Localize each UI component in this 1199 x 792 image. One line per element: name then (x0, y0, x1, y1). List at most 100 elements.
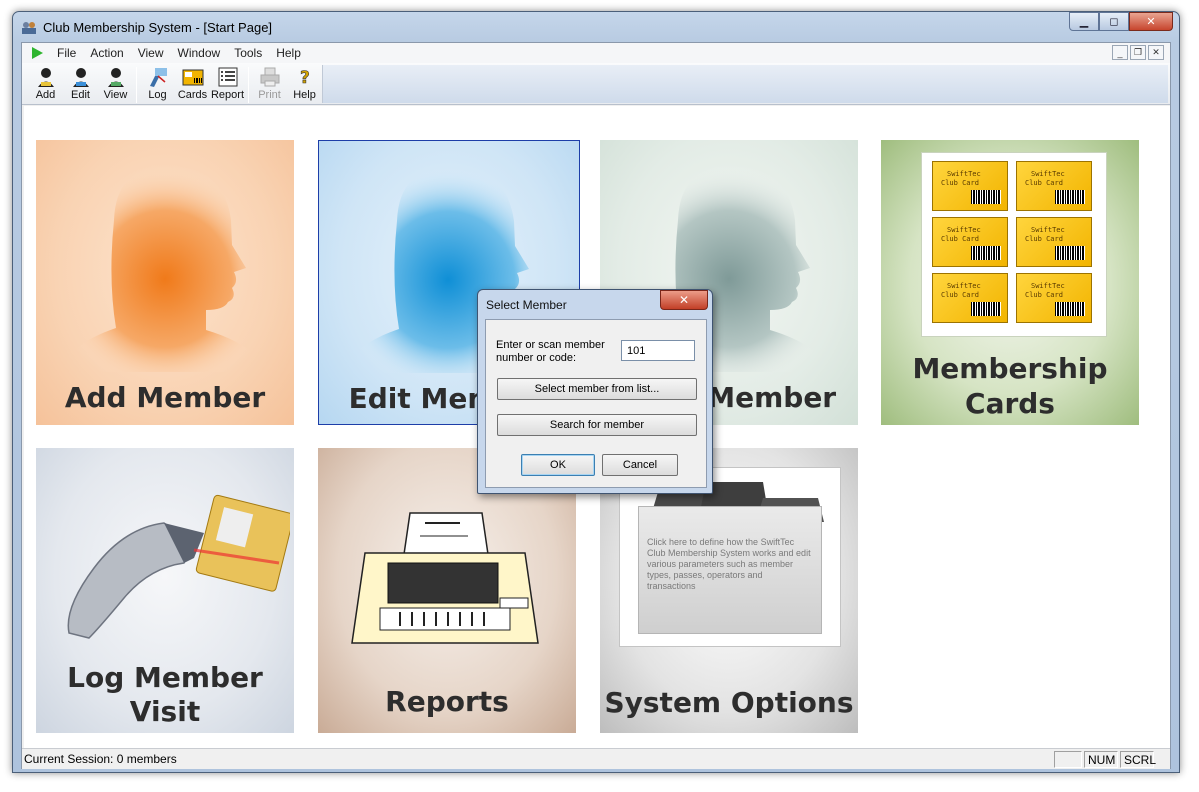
add-member-tile[interactable]: Add Member (36, 140, 294, 425)
add-button-label: Add (35, 89, 56, 101)
club-card: SwiftTec Club Card (1016, 273, 1092, 323)
barcode-icon (971, 246, 1001, 260)
options-description: Click here to define how the SwiftTec Cl… (647, 537, 811, 591)
printer-icon (351, 512, 539, 644)
system-options-label: System Options (604, 686, 854, 719)
barcode-icon (971, 302, 1001, 316)
log-member-visit-label-line2: Visit (129, 695, 201, 728)
search-member-button[interactable]: Search for member (497, 414, 697, 436)
log-button[interactable]: Log (140, 66, 175, 104)
help-button[interactable]: ? Help (287, 66, 322, 104)
status-session: Current Session: 0 members (24, 752, 177, 766)
barcode-icon (971, 190, 1001, 204)
toolbar: Add Edit View Log Cards Report Print ? H… (22, 63, 1170, 105)
window-title: Club Membership System - [Start Page] (43, 20, 273, 35)
status-num: NUM (1084, 751, 1118, 768)
window-close-button[interactable]: ✕ (1129, 12, 1173, 31)
menu-view[interactable]: View (131, 46, 171, 60)
toolbar-separator (248, 67, 249, 103)
club-card-brand: SwiftTec (1031, 170, 1065, 178)
window-maximize-button[interactable]: ◻ (1099, 12, 1129, 31)
membership-cards-label-line1: Membership (912, 352, 1108, 385)
mdi-minimize-button[interactable]: _ (1112, 45, 1128, 60)
report-icon (218, 67, 237, 87)
cards-icon (182, 69, 203, 86)
member-number-prompt: Enter or scan member number or code: (496, 339, 605, 364)
report-button[interactable]: Report (210, 66, 245, 104)
club-card-brand: SwiftTec (947, 282, 981, 290)
dialog-close-button[interactable]: ✕ (660, 290, 708, 310)
title-bar[interactable]: Club Membership System - [Start Page] ▁ … (13, 12, 1179, 42)
log-member-visit-tile[interactable]: Log Member Visit (36, 448, 294, 733)
toolbar-separator (136, 67, 137, 103)
select-member-dialog: Select Member ✕ Enter or scan member num… (477, 289, 713, 494)
help-button-label: Help (293, 89, 316, 101)
print-button[interactable]: Print (252, 66, 287, 104)
menu-file[interactable]: File (50, 46, 83, 60)
options-panel: Click here to define how the SwiftTec Cl… (619, 467, 841, 647)
barcode-scanner-icon (67, 494, 290, 639)
club-card-title: Club Card (1025, 179, 1063, 187)
reports-label: Reports (385, 685, 509, 718)
add-member-icon (37, 68, 54, 87)
club-card: SwiftTec Club Card (932, 161, 1008, 211)
cancel-button[interactable]: Cancel (602, 454, 678, 476)
club-card-title: Club Card (1025, 235, 1063, 243)
club-card: SwiftTec Club Card (932, 273, 1008, 323)
club-card: SwiftTec Club Card (1016, 217, 1092, 267)
club-card-brand: SwiftTec (947, 170, 981, 178)
menu-help[interactable]: Help (269, 46, 308, 60)
toolbar-band (322, 65, 1168, 103)
status-scrl: SCRL (1120, 751, 1156, 768)
dialog-title: Select Member (486, 298, 567, 312)
membership-cards-tile[interactable]: SwiftTec Club Card SwiftTec Club Card SwiftT… (881, 140, 1139, 425)
edit-button[interactable]: Edit (63, 66, 98, 104)
cards-button-label: Cards (177, 89, 208, 101)
ok-button[interactable]: OK (521, 454, 595, 476)
menu-bar: File Action View Window Tools Help _ ❐ ✕ (22, 43, 1170, 63)
menu-tools[interactable]: Tools (227, 46, 269, 60)
club-card: SwiftTec Club Card (1016, 161, 1092, 211)
edit-button-label: Edit (71, 89, 90, 101)
barcode-icon (1055, 246, 1085, 260)
add-button[interactable]: Add (28, 66, 63, 104)
club-card-brand: SwiftTec (1031, 282, 1065, 290)
menu-window[interactable]: Window (171, 46, 228, 60)
member-silhouette-icon (64, 165, 266, 372)
club-card: SwiftTec Club Card (932, 217, 1008, 267)
club-card-title: Club Card (941, 179, 979, 187)
member-number-input[interactable] (621, 340, 695, 361)
club-card-brand: SwiftTec (947, 226, 981, 234)
club-card-brand: SwiftTec (1031, 226, 1065, 234)
view-member-icon (107, 68, 124, 87)
mdi-close-button[interactable]: ✕ (1148, 45, 1164, 60)
barcode-scanner-icon (149, 68, 167, 87)
dialog-body: Enter or scan member number or code: Sel… (485, 319, 707, 488)
log-button-label: Log (148, 89, 167, 101)
cards-button[interactable]: Cards (175, 66, 210, 104)
edit-member-icon (72, 68, 89, 87)
print-button-label: Print (258, 89, 281, 101)
svg-text:?: ? (300, 68, 310, 88)
club-card-title: Club Card (941, 291, 979, 299)
barcode-icon (1055, 302, 1085, 316)
view-button[interactable]: View (98, 66, 133, 104)
cards-preview: SwiftTec Club Card SwiftTec Club Card SwiftT… (921, 152, 1107, 337)
mdi-restore-button[interactable]: ❐ (1130, 45, 1146, 60)
printer-icon (260, 67, 279, 87)
select-from-list-button[interactable]: Select member from list... (497, 378, 697, 400)
status-bar: Current Session: 0 members NUM SCRL (22, 748, 1170, 769)
app-icon (22, 22, 36, 34)
log-member-visit-label-line1: Log Member (67, 661, 263, 694)
help-icon: ? (299, 68, 310, 88)
menu-action[interactable]: Action (83, 46, 130, 60)
club-card-title: Club Card (1025, 291, 1063, 299)
club-card-title: Club Card (941, 235, 979, 243)
window-minimize-button[interactable]: ▁ (1069, 12, 1099, 31)
view-button-label: View (103, 89, 128, 101)
play-icon (32, 47, 43, 59)
membership-cards-label-line2: Cards (965, 387, 1055, 420)
report-button-label: Report (210, 89, 245, 101)
barcode-icon (1055, 190, 1085, 204)
status-panel-empty (1054, 751, 1082, 768)
